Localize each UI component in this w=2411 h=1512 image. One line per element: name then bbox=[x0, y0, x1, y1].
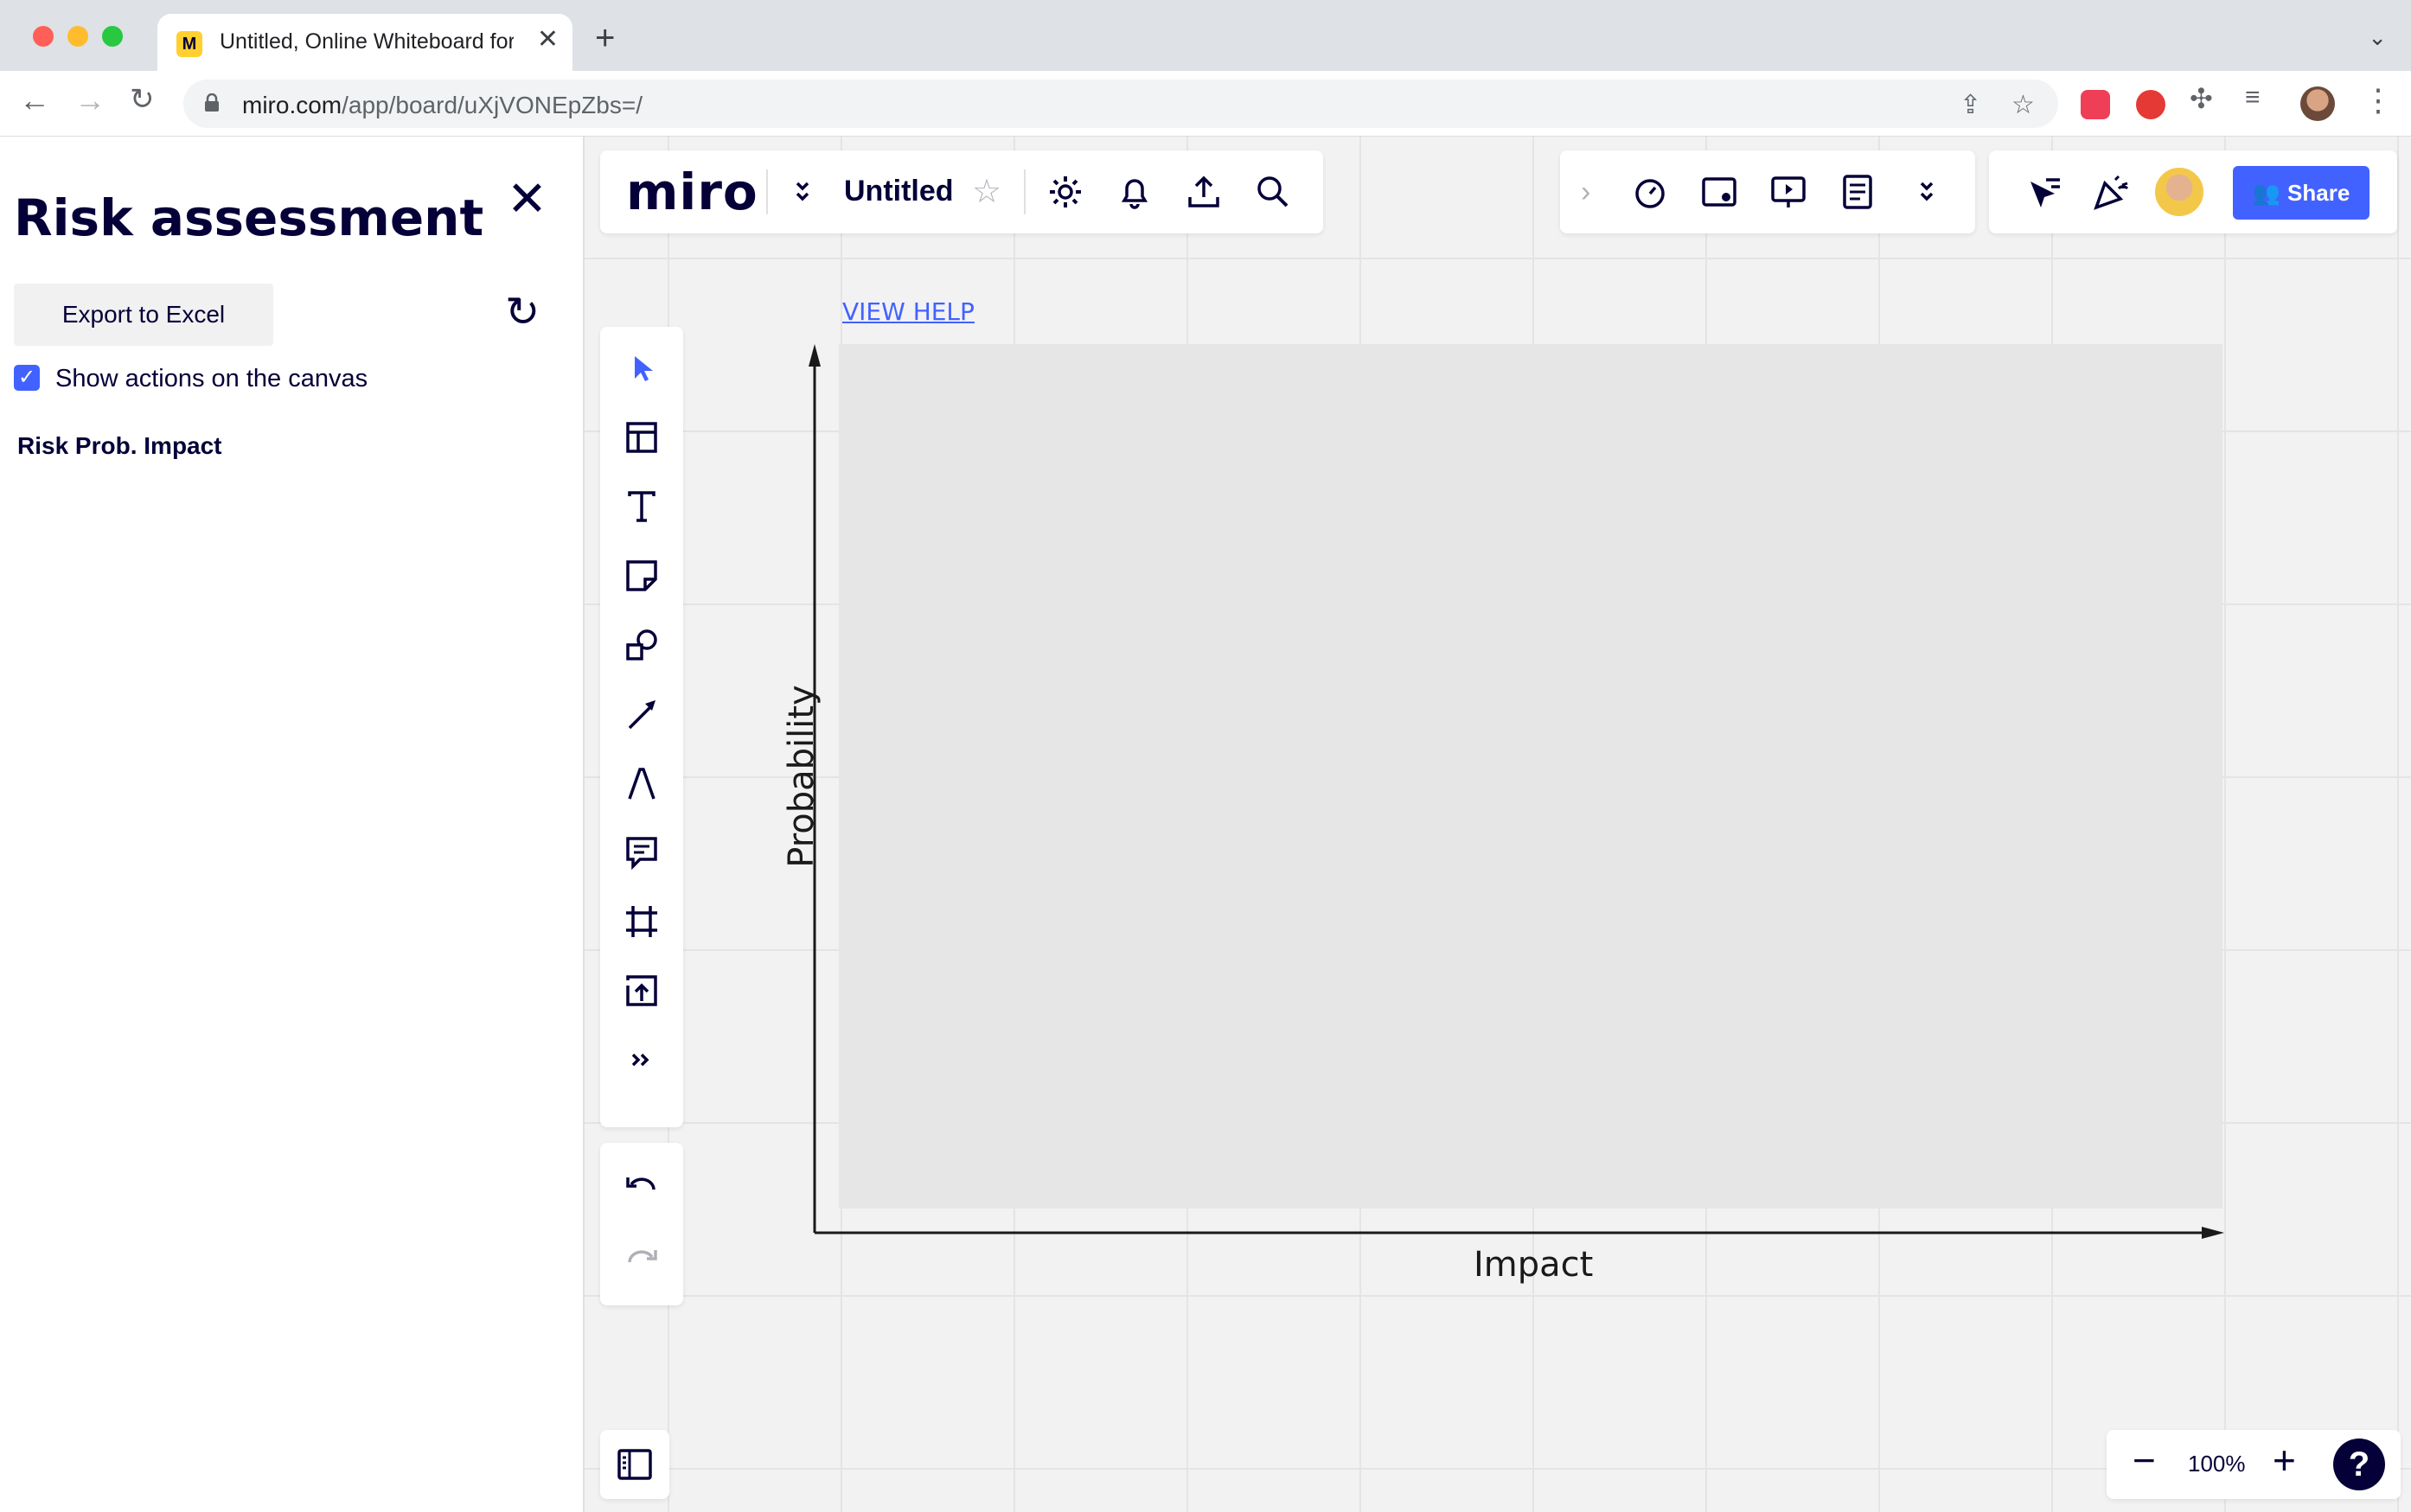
zoom-out-button[interactable]: − bbox=[2133, 1440, 2156, 1480]
shapes-icon[interactable] bbox=[621, 624, 662, 666]
collaboration-toolbar: › bbox=[1560, 150, 1975, 233]
text-icon[interactable] bbox=[621, 486, 662, 527]
settings-gear-icon[interactable] bbox=[1045, 171, 1086, 213]
tab-search-chevron-icon[interactable]: ⌄ bbox=[2368, 24, 2387, 51]
media-queue-icon[interactable]: ≡ bbox=[2245, 85, 2261, 111]
y-axis-label: Probability bbox=[782, 685, 822, 868]
browser-tabstrip: M Untitled, Online Whiteboard for ✕ + ⌄ bbox=[0, 0, 2411, 71]
zoom-in-button[interactable]: + bbox=[2273, 1440, 2296, 1480]
adblock-extension-icon[interactable] bbox=[2136, 90, 2165, 119]
window-close-button[interactable] bbox=[33, 26, 54, 47]
miro-logo[interactable]: miro bbox=[626, 163, 758, 221]
search-icon[interactable] bbox=[1252, 171, 1294, 213]
browser-menu-icon[interactable]: ⋮ bbox=[2363, 85, 2394, 116]
browser-toolbar: ← → ↻ miro.com/app/board/uXjVONEpZbs=/ ⇪… bbox=[0, 71, 2411, 137]
forward-arrow-icon[interactable]: → bbox=[74, 85, 106, 116]
browser-profile-avatar[interactable] bbox=[2300, 86, 2335, 121]
lock-icon bbox=[205, 93, 219, 112]
redo-icon[interactable] bbox=[621, 1240, 662, 1281]
panel-close-icon[interactable]: ✕ bbox=[507, 175, 547, 223]
export-to-excel-button[interactable]: Export to Excel bbox=[14, 284, 273, 346]
video-call-icon[interactable] bbox=[1698, 171, 1740, 213]
board-menu-chevron-icon[interactable] bbox=[782, 171, 823, 213]
export-upload-icon[interactable] bbox=[1183, 171, 1225, 213]
sticky-note-icon[interactable] bbox=[621, 555, 662, 597]
risk-table-header: Risk Prob. Impact bbox=[17, 432, 222, 459]
url-text: miro.com/app/board/uXjVONEpZbs=/ bbox=[242, 92, 643, 118]
sidebar-panel-icon bbox=[617, 1449, 652, 1480]
divider bbox=[1024, 169, 1026, 214]
risk-matrix-area[interactable] bbox=[839, 344, 2222, 1209]
cursor-visibility-icon[interactable] bbox=[2024, 171, 2065, 213]
back-arrow-icon[interactable]: ← bbox=[19, 85, 50, 116]
bookmark-star-icon[interactable]: ☆ bbox=[2011, 90, 2035, 120]
board-header: miro Untitled ☆ bbox=[600, 150, 1323, 233]
upload-icon[interactable] bbox=[621, 970, 662, 1011]
browser-tab[interactable]: M Untitled, Online Whiteboard for ✕ bbox=[157, 14, 572, 71]
timer-icon[interactable] bbox=[1629, 171, 1671, 213]
share-toolbar: 👥 Share bbox=[1989, 150, 2397, 233]
more-tools-icon[interactable] bbox=[621, 1039, 662, 1081]
comment-icon[interactable] bbox=[621, 832, 662, 873]
expand-chevron-icon[interactable]: › bbox=[1581, 171, 1622, 213]
board-title[interactable]: Untitled bbox=[844, 175, 954, 208]
board-sidebar-toggle[interactable] bbox=[600, 1430, 669, 1499]
zoom-controls: − 100% + ? bbox=[2107, 1430, 2401, 1499]
share-button[interactable]: 👥 Share bbox=[2233, 166, 2369, 220]
templates-icon[interactable] bbox=[621, 417, 662, 458]
line-icon[interactable] bbox=[621, 693, 662, 735]
view-help-link[interactable]: VIEW HELP bbox=[842, 297, 975, 326]
miro-app: Risk assessment ✕ Export to Excel ↻ ✓ Sh… bbox=[0, 137, 2411, 1512]
share-label: Share bbox=[2287, 179, 2350, 206]
refresh-icon[interactable]: ↻ bbox=[505, 292, 540, 334]
show-actions-checkbox[interactable]: ✓ bbox=[14, 365, 40, 391]
zoom-level[interactable]: 100% bbox=[2188, 1451, 2246, 1477]
notifications-bell-icon[interactable] bbox=[1114, 171, 1155, 213]
show-actions-label: Show actions on the canvas bbox=[55, 365, 368, 392]
share-page-icon[interactable]: ⇪ bbox=[1960, 90, 1981, 120]
notes-icon[interactable] bbox=[1837, 171, 1878, 213]
history-toolbar bbox=[600, 1143, 683, 1305]
address-bar[interactable]: miro.com/app/board/uXjVONEpZbs=/ ⇪ ☆ bbox=[183, 80, 2058, 128]
reactions-party-icon[interactable] bbox=[2091, 171, 2133, 213]
divider bbox=[766, 169, 768, 214]
new-tab-icon[interactable]: + bbox=[595, 21, 615, 55]
miro-favicon-icon: M bbox=[176, 31, 202, 57]
undo-icon[interactable] bbox=[621, 1167, 662, 1209]
help-icon[interactable]: ? bbox=[2333, 1439, 2385, 1490]
frame-icon[interactable] bbox=[621, 901, 662, 942]
pocket-extension-icon[interactable] bbox=[2081, 90, 2110, 119]
x-axis-label: Impact bbox=[1474, 1245, 1594, 1285]
tab-close-icon[interactable]: ✕ bbox=[537, 24, 559, 54]
share-users-icon: 👥 bbox=[2252, 179, 2281, 206]
favorite-star-icon[interactable]: ☆ bbox=[972, 171, 1014, 213]
presentation-icon[interactable] bbox=[1768, 171, 1809, 213]
user-avatar[interactable] bbox=[2155, 168, 2203, 216]
extensions-puzzle-icon[interactable]: ✣ bbox=[2190, 85, 2213, 112]
creation-toolbar bbox=[600, 327, 683, 1127]
panel-title: Risk assessment bbox=[14, 188, 484, 247]
more-apps-chevron-icon[interactable] bbox=[1906, 171, 1947, 213]
select-icon[interactable] bbox=[621, 348, 662, 389]
window-minimize-button[interactable] bbox=[67, 26, 88, 47]
risk-assessment-panel: Risk assessment ✕ Export to Excel ↻ ✓ Sh… bbox=[0, 137, 585, 1512]
pen-icon[interactable] bbox=[621, 762, 662, 804]
reload-icon[interactable]: ↻ bbox=[130, 85, 155, 114]
tab-title: Untitled, Online Whiteboard for bbox=[220, 29, 514, 54]
window-maximize-button[interactable] bbox=[102, 26, 123, 47]
